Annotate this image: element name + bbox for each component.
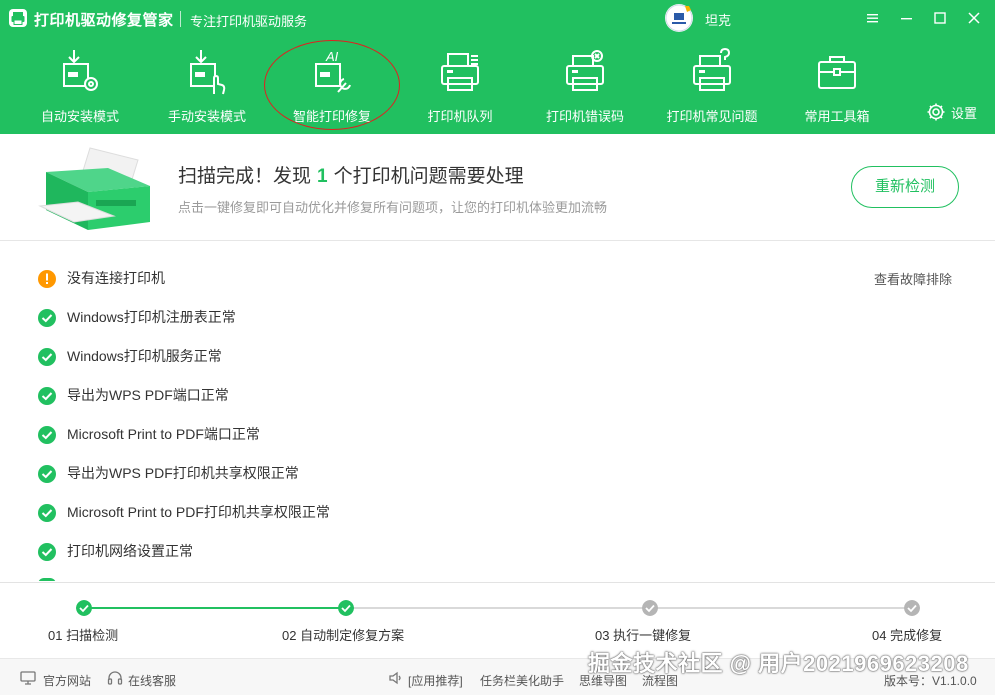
nav-label: 智能打印修复 [292, 109, 371, 124]
close-button[interactable] [961, 6, 987, 30]
watermark: 掘金技术社区 @ 用户2021969623208 [588, 651, 969, 676]
nav-printer-faq[interactable]: 打印机常见问题 [660, 44, 764, 130]
scan-description: 点击一键修复即可自动优化并修复所有问题项，让您的打印机体验更加流畅 [178, 200, 608, 215]
step-pending-icon [642, 600, 658, 616]
check-circle-icon [38, 387, 56, 405]
result-text: 没有连接打印机 [67, 270, 165, 286]
scan-title-prefix: 扫描完成！发现 [178, 166, 312, 187]
check-circle-icon [38, 465, 56, 483]
printer-error-icon [566, 50, 604, 91]
step-label: 01 扫描检测 [48, 628, 119, 643]
result-text: 导出为WPS PDF端口正常 [67, 387, 229, 403]
result-text: Microsoft Print to PDF打印机共享权限正常 [67, 504, 330, 520]
step-label: 02 自动制定修复方案 [282, 628, 405, 643]
nav-toolbox[interactable]: 常用工具箱 [789, 44, 885, 130]
scan-title-suffix: 个打印机问题需要处理 [333, 166, 524, 187]
app-subtitle: 专注打印机驱动服务 [190, 14, 308, 29]
rescan-button[interactable]: 重新检测 [851, 166, 959, 208]
printer-illustration-icon [38, 147, 150, 230]
result-text: 导出为WPS PDF打印机共享权限正常 [67, 465, 299, 481]
check-circle-icon [38, 309, 56, 327]
online-service-link[interactable]: 在线客服 [128, 672, 176, 689]
check-circle-icon [38, 504, 56, 522]
step-done-icon [338, 600, 354, 616]
svg-text:AI: AI [325, 49, 339, 64]
minimize-icon [901, 18, 912, 20]
step-done-icon [76, 600, 92, 616]
user-avatar[interactable] [665, 4, 693, 32]
step-pending-icon [904, 600, 920, 616]
hamburger-icon [867, 14, 878, 23]
nav-auto-install[interactable]: 自动安装模式 [32, 44, 128, 130]
progress-line-pending [346, 607, 912, 609]
next-item-indicator [38, 578, 56, 581]
maximize-button[interactable] [927, 6, 953, 30]
result-text: 打印机网络设置正常 [67, 543, 193, 559]
nav-label: 打印机队列 [427, 109, 493, 124]
nav-label: 常用工具箱 [804, 109, 870, 124]
scan-result-title: 扫描完成！发现 1 个打印机问题需要处理 [178, 161, 524, 188]
nav-manual-install[interactable]: 手动安装模式 [159, 44, 255, 130]
step-label: 03 执行一键修复 [595, 628, 692, 643]
app-title: 打印机驱动修复管家 [34, 12, 174, 29]
recommend-taskbar-link[interactable]: 任务栏美化助手 [480, 672, 564, 689]
check-circle-icon [38, 348, 56, 366]
check-circle-icon [38, 543, 56, 561]
maximize-icon [934, 12, 946, 24]
issue-count: 1 [317, 166, 328, 187]
check-results-list[interactable]: 没有连接打印机 Windows打印机注册表正常 Windows打印机服务正常 导… [0, 241, 995, 581]
download-gear-icon [63, 50, 98, 91]
official-site-link[interactable]: 官方网站 [43, 672, 91, 689]
printer-question-icon [693, 48, 731, 91]
result-text: Microsoft Print to PDF端口正常 [67, 426, 260, 442]
headset-icon [107, 671, 123, 685]
download-hand-icon [190, 50, 226, 95]
nav-label: 手动安装模式 [167, 109, 246, 124]
nav-smart-repair[interactable]: AI 智能打印修复 [284, 44, 380, 130]
settings-label: 设置 [951, 106, 978, 121]
toolbox-icon [818, 56, 856, 89]
result-text: Windows打印机服务正常 [67, 348, 222, 364]
nav-label: 打印机常见问题 [666, 109, 758, 124]
nav-label: 打印机错误码 [545, 109, 624, 124]
nav-label: 自动安装模式 [40, 109, 119, 124]
app-recommend-label: [应用推荐] [408, 674, 463, 688]
printer-logo-icon [9, 9, 27, 27]
monitor-icon [20, 671, 36, 685]
nav-printer-error-code[interactable]: 打印机错误码 [537, 44, 633, 130]
minimize-button[interactable] [893, 6, 919, 30]
result-text: Windows打印机注册表正常 [67, 309, 236, 325]
user-name[interactable]: 坦克 [705, 10, 731, 29]
gear-icon [927, 103, 945, 121]
top-bar: 打印机驱动修复管家 专注打印机驱动服务 坦克 自动安装模式 手动安装模式 AI … [0, 0, 995, 134]
title-divider [180, 11, 181, 27]
progress-line-done [84, 607, 346, 609]
avatar-image-icon [665, 4, 693, 32]
printer-queue-icon [441, 53, 479, 91]
nav-printer-queue[interactable]: 打印机队列 [412, 44, 508, 130]
view-troubleshooting-link[interactable]: 查看故障排除 [874, 269, 952, 288]
close-icon [968, 12, 980, 24]
check-circle-icon [38, 426, 56, 444]
ai-wrench-icon: AI [315, 49, 351, 93]
menu-button[interactable] [859, 6, 885, 30]
speaker-icon [389, 671, 401, 685]
step-label: 04 完成修复 [872, 628, 943, 643]
warning-icon [38, 270, 56, 288]
